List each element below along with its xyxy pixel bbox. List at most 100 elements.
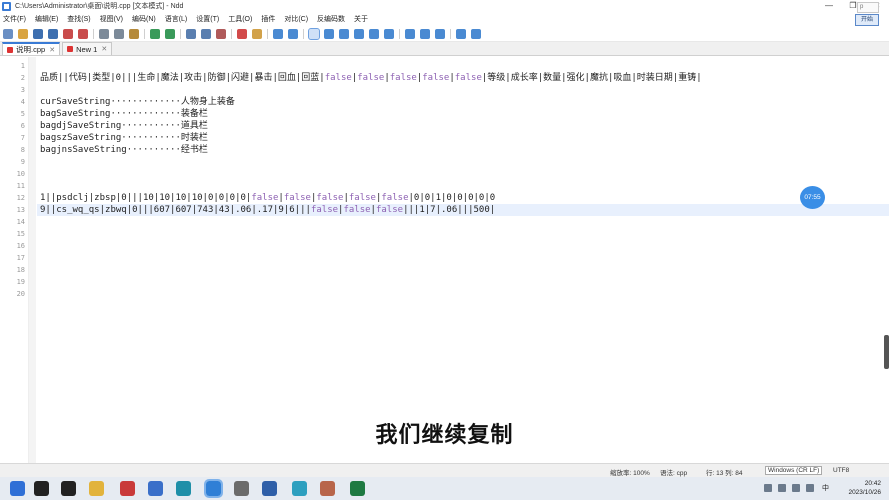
show-symbols-icon[interactable] [324,28,334,39]
redo-icon[interactable] [165,28,175,39]
hex-icon[interactable] [456,28,466,39]
menu-item[interactable]: 视图(V) [100,14,123,24]
tab-close-icon[interactable]: ✕ [49,46,55,54]
menu-item[interactable]: 工具(O) [228,14,252,24]
minimize-button[interactable]: — [817,0,841,12]
undo-icon[interactable] [150,28,160,39]
save-all-icon[interactable] [48,28,58,39]
toolbar-separator [231,28,232,39]
clock[interactable]: 20:42 2023/10/26 [848,479,881,497]
app-icon [2,1,11,11]
fold-margin[interactable] [28,57,36,463]
code-line[interactable] [37,252,889,264]
macro-record-icon[interactable] [369,28,379,39]
code-line[interactable]: bagSaveString·············装备栏 [37,108,889,120]
editor[interactable]: 1 2 3 4 5 6 7 8 9 10 11 12 13 14 15 16 17 18 19 20 品质||代码|类… [0,57,889,463]
status-encoding[interactable]: UTF8 [833,467,849,474]
save-icon[interactable] [33,28,43,39]
column-edit-icon[interactable] [420,28,430,39]
menu-item[interactable]: 编辑(E) [35,14,58,24]
macro-play-icon[interactable] [384,28,394,39]
task-view-icon[interactable] [61,481,76,496]
code-line[interactable] [37,84,889,96]
marker-icon[interactable] [252,28,262,39]
line-number: 17 [16,254,25,262]
code-line[interactable]: 品质||代码|类型|0|||生命|魔法|攻击|防御|闪避|暴击|回血|回蓝|fa… [37,72,889,84]
menu-item[interactable]: 反编码数 [317,14,345,24]
app-cyan-icon[interactable] [292,481,307,496]
code-line[interactable] [37,216,889,228]
monitor-icon[interactable] [435,28,445,39]
status-eol[interactable]: Windows (CR LF) [765,466,823,475]
network-icon[interactable] [792,484,800,492]
zoom-out-icon[interactable] [288,28,298,39]
code-line[interactable] [37,228,889,240]
code-line-text: bagdjSaveString···········道具栏 [40,121,208,131]
code-area[interactable]: 品质||代码|类型|0|||生命|魔法|攻击|防御|闪避|暴击|回血|回蓝|fa… [37,57,889,463]
open-file-icon[interactable] [18,28,28,39]
menu-item[interactable]: 设置(T) [196,14,219,24]
code-line[interactable]: 9||cs_wq_qs|zbwq|0|||607|607|743|43|.06|… [37,204,889,216]
menu-item[interactable]: 对比(C) [284,14,308,24]
app-blue-icon[interactable] [262,481,277,496]
compare-icon[interactable] [405,28,415,39]
status-bar: 缩放率: 100% 语法: cpp 行: 13 列: 84 Windows (C… [0,463,889,477]
code-line[interactable]: bagdjSaveString···········道具栏 [37,120,889,132]
close-icon[interactable] [63,28,73,39]
menu-item[interactable]: 查找(S) [67,14,90,24]
code-line[interactable] [37,156,889,168]
tab-shuoming-cpp[interactable]: 说明.cpp ✕ [2,42,61,55]
app-red-icon[interactable] [120,481,135,496]
browser-icon[interactable] [148,481,163,496]
menu-item[interactable]: 插件 [261,14,275,24]
code-line[interactable] [37,264,889,276]
code-line[interactable]: bagszSaveString···········时装栏 [37,132,889,144]
cloud-icon[interactable] [778,484,786,492]
close-all-icon[interactable] [78,28,88,39]
app-gray-icon[interactable] [234,481,249,496]
app-image-icon[interactable] [320,481,335,496]
line-number: 7 [20,134,25,142]
file-explorer-icon[interactable] [89,481,104,496]
code-line[interactable]: bagjnsSaveString··········经书栏 [37,144,889,156]
new-file-icon[interactable] [3,28,13,39]
menu-item[interactable]: 关于 [354,14,368,24]
code-line[interactable] [37,180,889,192]
code-line[interactable] [37,168,889,180]
wrap-icon[interactable] [308,27,320,40]
code-line[interactable]: 1||psdclj|zbsp|0|||10|10|10|10|0|0|0|0|f… [37,192,889,204]
start-button[interactable]: 开始 [855,14,879,26]
indent-guide-icon[interactable] [339,28,349,39]
start-icon[interactable] [10,481,25,496]
chevron-up-icon[interactable] [764,484,772,492]
excel-icon[interactable] [350,481,365,496]
code-line[interactable] [37,276,889,288]
paste-icon[interactable] [129,28,139,39]
menu-item[interactable]: 编码(N) [132,14,156,24]
ndd-icon[interactable] [204,479,223,498]
volume-icon[interactable] [806,484,814,492]
menu-item[interactable]: 语言(L) [165,14,188,24]
search-icon[interactable] [34,481,49,496]
settings-icon[interactable] [471,28,481,39]
toolbar-separator [303,28,304,39]
float-input[interactable]: p [857,2,879,13]
find-icon[interactable] [186,28,196,39]
menu-item[interactable]: 文件(F) [3,14,26,24]
code-line[interactable] [37,60,889,72]
scrollbar-marker[interactable] [884,335,889,369]
tab-close-icon[interactable]: ✕ [101,45,107,53]
code-line[interactable] [37,240,889,252]
code-line[interactable] [37,288,889,300]
zoom-in-icon[interactable] [273,28,283,39]
bookmark-icon[interactable] [237,28,247,39]
edge-icon[interactable] [176,481,191,496]
cut-icon[interactable] [99,28,109,39]
tab-new-1[interactable]: New 1 ✕ [62,42,113,55]
code-line[interactable]: curSaveString·············人物身上装备 [37,96,889,108]
replace-icon[interactable] [201,28,211,39]
copy-icon[interactable] [114,28,124,39]
goto-icon[interactable] [216,28,226,39]
fold-icon[interactable] [354,28,364,39]
input-language[interactable]: 中 [822,483,829,493]
